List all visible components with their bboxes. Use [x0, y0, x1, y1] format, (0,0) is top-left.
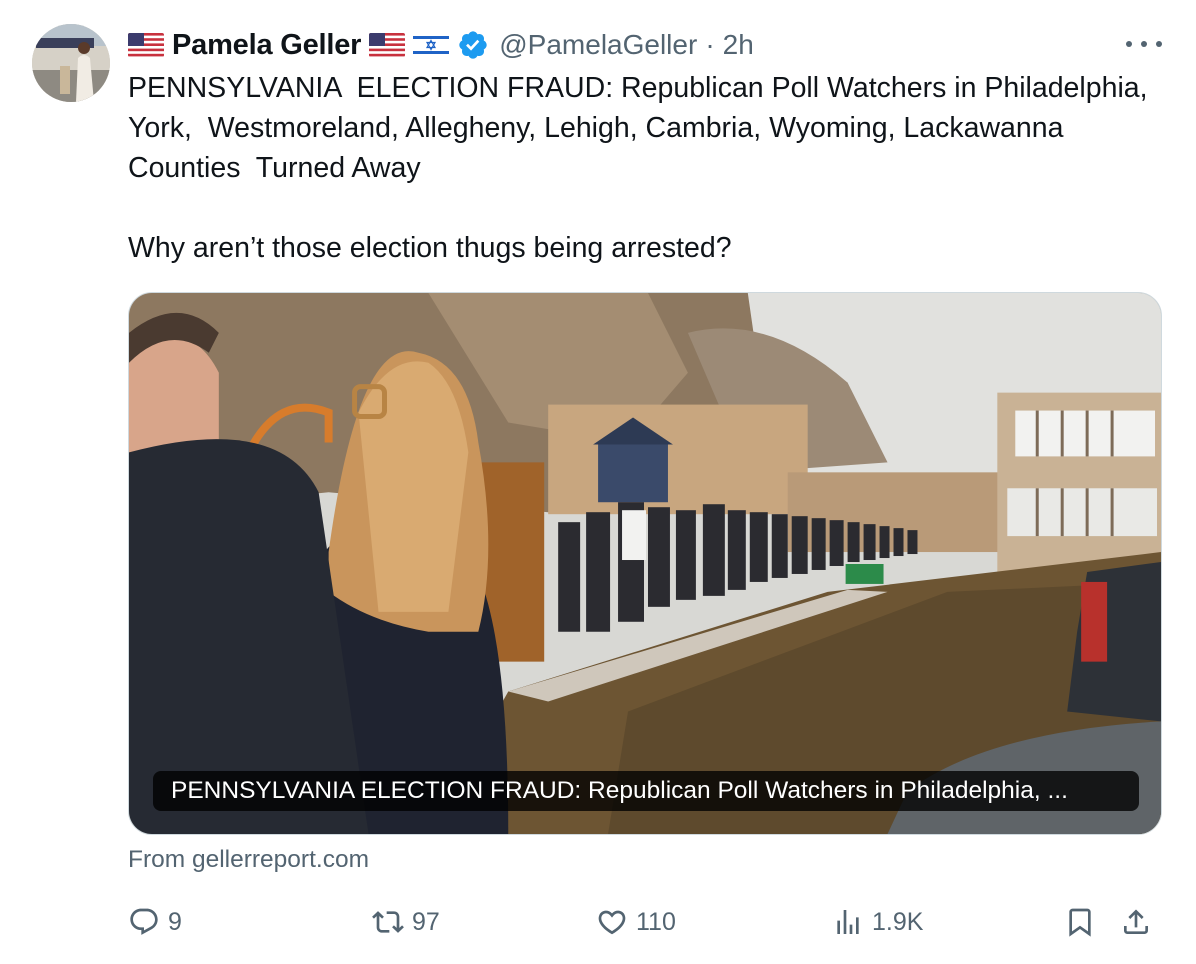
author-avatar[interactable] — [32, 24, 110, 102]
card-image — [129, 293, 1161, 834]
repost-count: 97 — [412, 907, 440, 936]
views-button[interactable]: 1.9K — [832, 898, 923, 946]
bookmark-icon — [1069, 908, 1091, 937]
us-flag-icon — [128, 33, 164, 57]
reply-count: 9 — [168, 907, 182, 936]
tweet-text: PENNSYLVANIA ELECTION FRAUD: Republican … — [128, 72, 1148, 264]
author-handle[interactable]: @PamelaGeller — [499, 29, 697, 61]
tweet-timestamp[interactable]: 2h — [723, 29, 754, 61]
heart-icon — [598, 910, 626, 935]
link-card[interactable]: PENNSYLVANIA ELECTION FRAUD: Republican … — [128, 292, 1162, 835]
views-icon — [837, 910, 859, 934]
repost-icon — [372, 911, 404, 933]
share-button[interactable] — [1120, 898, 1152, 946]
like-button[interactable]: 110 — [596, 898, 676, 946]
action-bar: 9 97 110 1.9K — [128, 898, 1168, 946]
bookmark-button[interactable] — [1064, 898, 1096, 946]
israel-flag-icon — [413, 33, 450, 57]
us-flag-icon — [369, 33, 406, 57]
share-icon — [1124, 909, 1148, 934]
verified-badge-icon[interactable] — [457, 29, 489, 61]
card-caption: PENNSYLVANIA ELECTION FRAUD: Republican … — [153, 771, 1139, 811]
like-count: 110 — [636, 907, 676, 936]
tweet-header: Pamela Geller @PamelaGeller · 2h — [128, 26, 754, 64]
card-source-link[interactable]: From gellerreport.com — [128, 846, 369, 874]
repost-button[interactable]: 97 — [372, 898, 440, 946]
avatar-photo — [32, 24, 110, 102]
views-count: 1.9K — [872, 907, 924, 936]
reply-button[interactable]: 9 — [128, 898, 182, 946]
author-name[interactable]: Pamela Geller — [172, 29, 361, 62]
separator-dot: · — [705, 29, 715, 60]
more-options-icon[interactable] — [1126, 30, 1162, 58]
reply-icon — [130, 908, 158, 935]
